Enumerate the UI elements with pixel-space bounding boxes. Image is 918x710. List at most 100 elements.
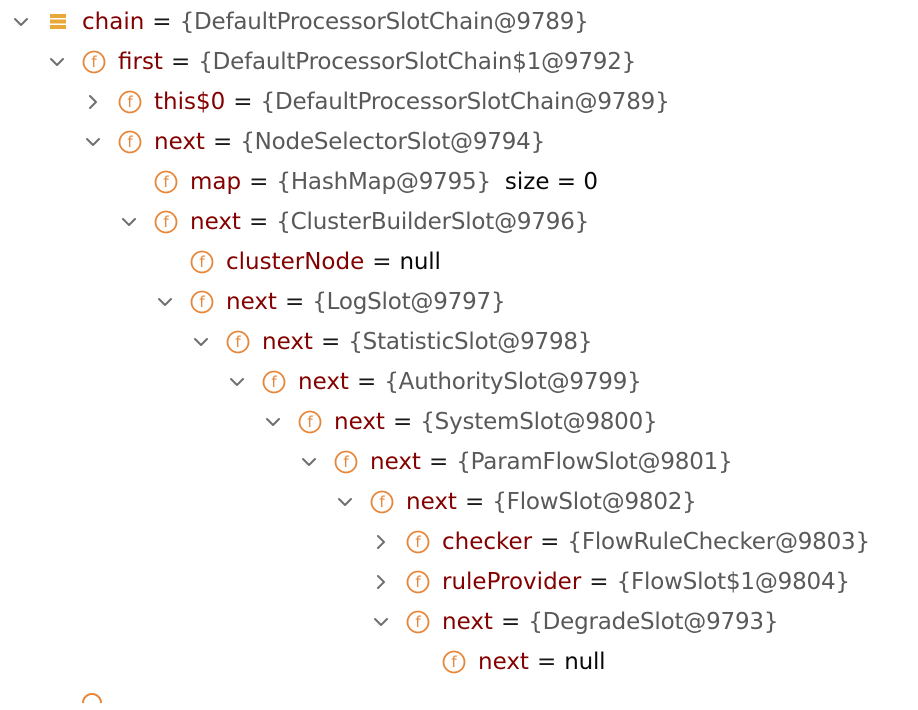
field-name: next	[442, 609, 493, 635]
field-icon: f	[370, 490, 394, 514]
field-value: {FlowRuleChecker@9803}	[567, 529, 870, 555]
field-icon: f	[334, 450, 358, 474]
tree-row[interactable]: f next = {AuthoritySlot@9799}	[226, 362, 642, 402]
chevron-down-icon[interactable]	[226, 371, 248, 393]
svg-text:f: f	[379, 493, 385, 511]
field-value: {FlowSlot$1@9804}	[616, 569, 850, 595]
list-icon	[46, 10, 70, 34]
field-value: null	[399, 249, 441, 275]
field-name: next	[262, 329, 313, 355]
tree-row[interactable]: f this$0 = {DefaultProcessorSlotChain@9789}	[82, 82, 670, 122]
toggle-spacer	[154, 251, 176, 273]
chevron-down-icon[interactable]	[10, 11, 32, 33]
chevron-down-icon[interactable]	[154, 291, 176, 313]
field-name: ruleProvider	[442, 569, 582, 595]
tree-row[interactable]: f clusterNode = null	[154, 242, 441, 282]
field-name: clusterNode	[226, 249, 365, 275]
svg-text:f: f	[235, 333, 241, 351]
svg-text:f: f	[451, 653, 457, 671]
svg-text:f: f	[163, 213, 169, 231]
chevron-down-icon[interactable]	[82, 131, 104, 153]
field-name: next	[190, 209, 241, 235]
field-value: {ParamFlowSlot@9801}	[456, 449, 733, 475]
field-name: next	[334, 409, 385, 435]
tree-row[interactable]: f checker = {FlowRuleChecker@9803}	[370, 522, 870, 562]
equals-sign: =	[248, 209, 269, 235]
field-value: {SystemSlot@9800}	[420, 409, 658, 435]
field-name: chain	[82, 9, 145, 35]
chevron-right-icon[interactable]	[370, 571, 392, 593]
svg-text:f: f	[127, 133, 133, 151]
tree-row[interactable]: f map = {HashMap@9795} size = 0	[118, 162, 598, 202]
equals-sign: =	[372, 249, 392, 275]
tree-row[interactable]: f first = {DefaultProcessorSlotChain$1@9792…	[46, 42, 636, 82]
tree-row[interactable]: chain = {DefaultProcessorSlotChain@9789}	[10, 2, 589, 42]
field-name: next	[478, 649, 529, 675]
field-value: {ClusterBuilderSlot@9796}	[276, 209, 590, 235]
field-icon: f	[406, 610, 430, 634]
field-icon: f	[154, 210, 178, 234]
equals-sign: =	[152, 9, 172, 35]
svg-text:f: f	[271, 373, 277, 391]
tree-row[interactable]: f next = {StatisticSlot@9798}	[190, 322, 592, 362]
chevron-down-icon[interactable]	[190, 331, 212, 353]
toggle-spacer	[118, 171, 140, 193]
equals-sign: =	[284, 289, 305, 315]
svg-text:f: f	[91, 53, 97, 71]
toggle-spacer	[406, 651, 428, 673]
field-value: {DefaultProcessorSlotChain$1@9792}	[198, 49, 637, 75]
tree-row[interactable]: f next = {DegradeSlot@9793}	[370, 602, 778, 642]
equals-sign: =	[589, 569, 609, 595]
field-icon: f	[406, 530, 430, 554]
field-value: {LogSlot@9797}	[312, 289, 506, 315]
svg-text:f: f	[415, 613, 421, 631]
svg-text:f: f	[127, 93, 133, 111]
field-value: {DegradeSlot@9793}	[528, 609, 779, 635]
tree-row[interactable]: f next = {LogSlot@9797}	[154, 282, 506, 322]
field-icon: f	[442, 650, 466, 674]
field-icon: f	[82, 50, 106, 74]
variables-tree: chain = {DefaultProcessorSlotChain@9789} f f…	[0, 0, 918, 690]
field-icon: f	[406, 570, 430, 594]
chevron-down-icon[interactable]	[46, 51, 68, 73]
tree-row[interactable]: f next = {ClusterBuilderSlot@9796}	[118, 202, 589, 242]
tree-row[interactable]: f next = {SystemSlot@9800}	[262, 402, 658, 442]
field-value: null	[564, 649, 606, 675]
field-name: next	[406, 489, 457, 515]
equals-sign: =	[392, 409, 413, 435]
field-value: {DefaultProcessorSlotChain@9789}	[260, 89, 670, 115]
field-icon: f	[262, 370, 286, 394]
field-value: {StatisticSlot@9798}	[348, 329, 593, 355]
equals-sign: =	[249, 169, 269, 195]
tree-row[interactable]: f next = {ParamFlowSlot@9801}	[298, 442, 733, 482]
field-name: next	[370, 449, 421, 475]
field-name: map	[190, 169, 242, 195]
svg-text:f: f	[307, 413, 313, 431]
chevron-right-icon[interactable]	[82, 91, 104, 113]
equals-sign: =	[540, 529, 560, 555]
tree-row[interactable]: f ruleProvider = {FlowSlot$1@9804}	[370, 562, 850, 602]
chevron-down-icon[interactable]	[298, 451, 320, 473]
svg-text:f: f	[199, 293, 205, 311]
svg-text:f: f	[415, 573, 421, 591]
equals-sign: =	[233, 89, 253, 115]
field-name: next	[154, 129, 205, 155]
equals-sign: =	[212, 129, 233, 155]
svg-text:f: f	[415, 533, 421, 551]
chevron-right-icon[interactable]	[370, 531, 392, 553]
chevron-down-icon[interactable]	[370, 611, 392, 633]
tree-row[interactable]: f next = null	[406, 642, 606, 682]
chevron-down-icon[interactable]	[118, 211, 140, 233]
equals-sign: =	[170, 49, 191, 75]
field-name: checker	[442, 529, 533, 555]
chevron-down-icon[interactable]	[262, 411, 284, 433]
tree-row[interactable]: f next = {NodeSelectorSlot@9794}	[82, 122, 545, 162]
tree-row[interactable]: f next = {FlowSlot@9802}	[334, 482, 697, 522]
partial-next-row-icon	[82, 684, 102, 704]
field-icon: f	[190, 290, 214, 314]
chevron-down-icon[interactable]	[334, 491, 356, 513]
equals-sign: =	[464, 489, 485, 515]
field-name: first	[118, 49, 163, 75]
equals-sign: =	[356, 369, 377, 395]
svg-text:f: f	[343, 453, 349, 471]
